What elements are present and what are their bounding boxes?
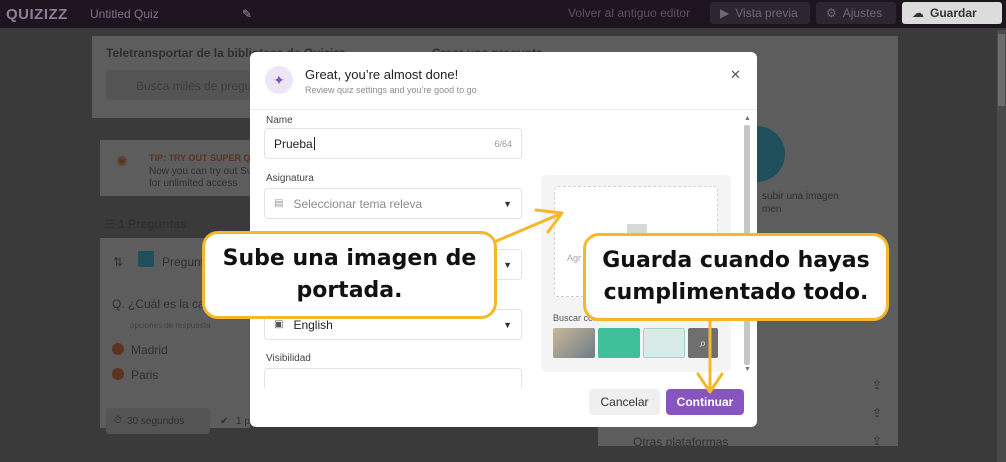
callout-save: Guarda cuando hayas cumplimentado todo. — [583, 233, 889, 321]
callout-right-line-1: Guarda cuando hayas — [602, 248, 870, 273]
callout-left-line-1: Sube una imagen de — [222, 246, 477, 271]
callout-upload-image: Sube una imagen de portada. — [202, 231, 497, 319]
callout-left-line-2: portada. — [296, 278, 403, 303]
callout-right-line-2: cumplimentado todo. — [603, 280, 869, 305]
annotation-arrows — [478, 208, 724, 394]
